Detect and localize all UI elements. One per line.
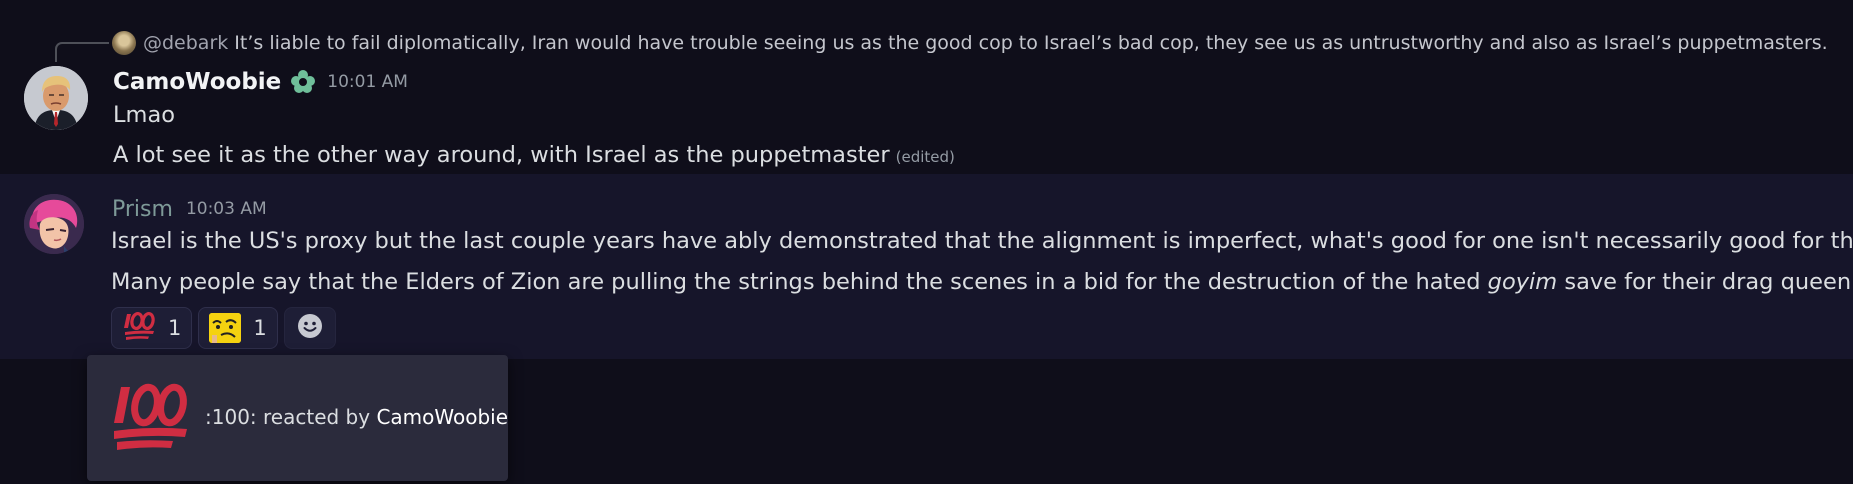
edited-label: (edited) — [895, 148, 955, 166]
tooltip-username: CamoWoobie — [376, 405, 509, 429]
message-line: Israel is the US's proxy but the last co… — [111, 228, 1853, 254]
message-line: A lot see it as the other way around, wi… — [113, 142, 955, 168]
message-line: Lmao — [113, 102, 176, 128]
message-text: A lot see it as the other way around, wi… — [113, 142, 890, 168]
avatar[interactable] — [24, 194, 84, 254]
message-header: Prism 10:03 AM — [112, 193, 267, 225]
timestamp[interactable]: 10:03 AM — [186, 199, 267, 219]
message-camowoobie[interactable]: @debark It’s liable to fail diplomatical… — [0, 0, 1853, 174]
reply-username[interactable]: @debark — [143, 32, 228, 54]
avatar-portrait-icon — [24, 66, 88, 130]
username[interactable]: CamoWoobie — [113, 69, 281, 95]
reply-avatar[interactable] — [112, 31, 136, 55]
chat-view: @debark It’s liable to fail diplomatical… — [0, 0, 1853, 484]
reply-preview[interactable]: @debark It’s liable to fail diplomatical… — [112, 30, 1828, 56]
reaction-tooltip: :100: reacted by CamoWoobie — [87, 355, 508, 481]
tooltip-prefix: :100: reacted by — [205, 405, 377, 429]
avatar-portrait-icon — [24, 194, 84, 254]
message-text: Many people say that the Elders of Zion … — [111, 269, 1488, 295]
tooltip-text: :100: reacted by CamoWoobie — [205, 405, 508, 429]
message-line: Many people say that the Elders of Zion … — [111, 269, 1853, 295]
italic-text: goyim — [1487, 269, 1558, 295]
message-header: CamoWoobie 10:01 AM — [113, 66, 408, 98]
message-text: save for their drag queen allies — [1564, 269, 1853, 295]
reaction-cursed-face[interactable]: 1 — [198, 307, 278, 349]
reply-connector — [55, 42, 109, 62]
message-prism[interactable]: Prism 10:03 AM Israel is the US's proxy … — [0, 174, 1853, 359]
reactions-bar: 1 1 — [111, 307, 336, 349]
reaction-count: 1 — [253, 316, 267, 340]
username[interactable]: Prism — [112, 197, 173, 222]
reaction-count: 1 — [168, 316, 182, 340]
flower-badge-icon[interactable] — [289, 68, 317, 96]
add-reaction-button[interactable] — [283, 307, 336, 349]
avatar[interactable] — [24, 66, 88, 130]
cursed-face-icon — [209, 313, 242, 343]
reply-text[interactable]: It’s liable to fail diplomatically, Iran… — [234, 32, 1827, 54]
timestamp[interactable]: 10:01 AM — [327, 72, 408, 92]
100-icon — [109, 381, 191, 453]
100-icon — [122, 311, 156, 345]
reaction-100[interactable]: 1 — [111, 307, 193, 349]
add-reaction-smiley-icon — [296, 312, 324, 344]
